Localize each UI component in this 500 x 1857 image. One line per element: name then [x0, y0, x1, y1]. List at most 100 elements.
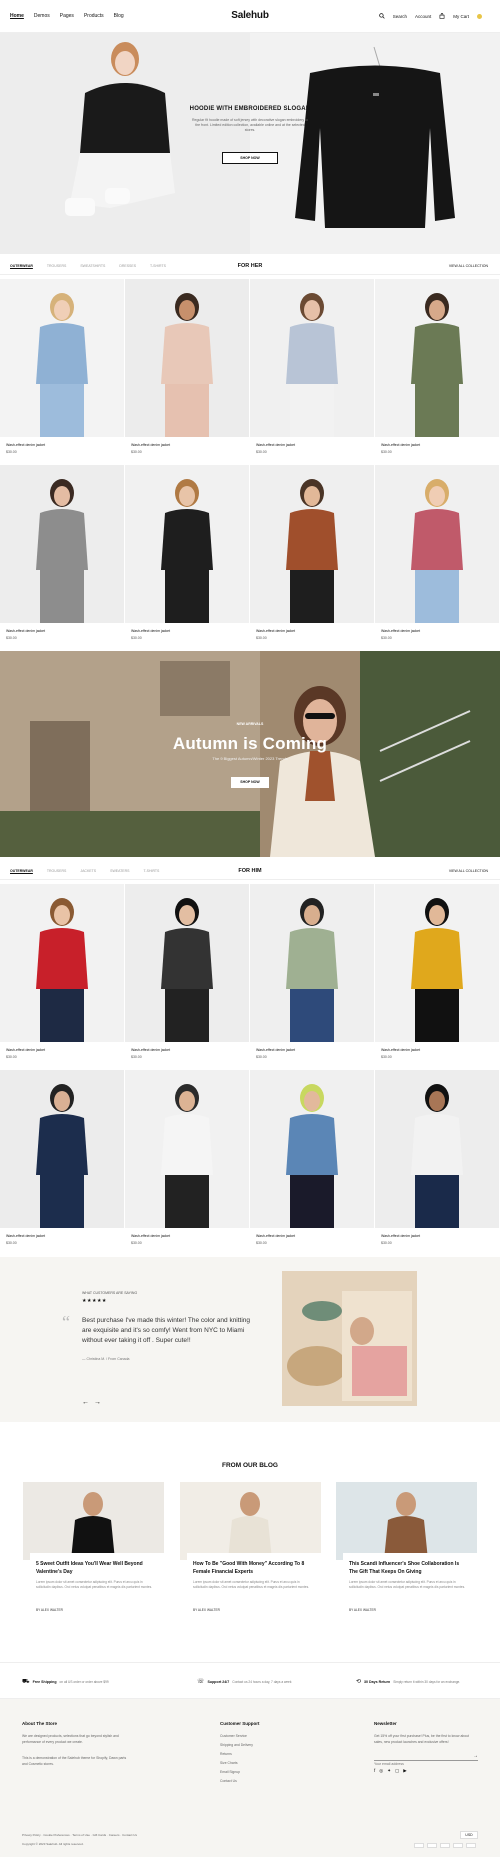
product-card[interactable]: Wash-effect denim jacket $30.00 [0, 884, 124, 1062]
product-name[interactable]: Wash-effect denim jacket [131, 443, 170, 447]
blog-excerpt: Lorem ipsum dolor sit amet consectetur a… [349, 1580, 466, 1589]
product-image-wrap[interactable] [250, 465, 374, 623]
instagram-icon[interactable]: ▢ [395, 1768, 399, 1774]
support-link[interactable]: Shipping and Delivery [220, 1742, 253, 1748]
blog-image[interactable] [180, 1482, 321, 1560]
product-image-wrap[interactable] [375, 465, 499, 623]
product-image-wrap[interactable] [375, 884, 499, 1042]
hero-shop-button[interactable]: SHOP NOW [222, 152, 278, 164]
facebook-icon[interactable]: f [374, 1768, 375, 1774]
product-card[interactable]: Wash-effect denim jacket $30.00 [250, 465, 374, 643]
blog-card[interactable]: 5 Sweet Outfit Ideas You'll Wear Well Be… [23, 1482, 164, 1617]
product-card[interactable]: Wash-effect denim jacket $30.00 [250, 279, 374, 457]
product-card[interactable]: Wash-effect denim jacket $30.00 [250, 1070, 374, 1248]
product-image-wrap[interactable] [250, 279, 374, 437]
product-image-wrap[interactable] [125, 465, 249, 623]
twitter-icon[interactable]: ✦ [387, 1768, 391, 1774]
support-link[interactable]: Email Signup [220, 1769, 240, 1775]
product-image-wrap[interactable] [0, 884, 124, 1042]
blog-title: FROM OUR BLOG [222, 1462, 278, 1469]
hero-product-image [250, 33, 500, 254]
product-card[interactable]: Wash-effect denim jacket $30.00 [375, 884, 499, 1062]
product-name[interactable]: Wash-effect denim jacket [131, 1234, 170, 1238]
submit-arrow-icon[interactable]: → [473, 1753, 478, 1759]
product-name[interactable]: Wash-effect denim jacket [381, 629, 420, 633]
blog-post-title[interactable]: How To Be "Good With Money" According To… [193, 1561, 311, 1576]
product-image-wrap[interactable] [0, 279, 124, 437]
blog-card[interactable]: How To Be "Good With Money" According To… [180, 1482, 321, 1617]
product-name[interactable]: Wash-effect denim jacket [6, 1234, 45, 1238]
product-card[interactable]: Wash-effect denim jacket $30.00 [125, 884, 249, 1062]
product-image-wrap[interactable] [0, 465, 124, 623]
product-image [0, 1070, 124, 1228]
product-price: $30.00 [131, 636, 142, 640]
for-her-view-all[interactable]: VIEW ALL COLLECTION [449, 264, 488, 268]
bag-icon[interactable] [439, 13, 445, 19]
product-name[interactable]: Wash-effect denim jacket [6, 443, 45, 447]
product-price: $30.00 [381, 1055, 392, 1059]
product-name[interactable]: Wash-effect denim jacket [381, 443, 420, 447]
product-name[interactable]: Wash-effect denim jacket [256, 1048, 295, 1052]
paypal-icon [453, 1843, 463, 1848]
product-image-wrap[interactable] [375, 1070, 499, 1228]
product-price: $30.00 [131, 1241, 142, 1245]
support-link[interactable]: Returns [220, 1751, 232, 1757]
product-price: $30.00 [131, 450, 142, 454]
product-name[interactable]: Wash-effect denim jacket [256, 443, 295, 447]
blog-post-title[interactable]: 5 Sweet Outfit Ideas You'll Wear Well Be… [36, 1561, 154, 1576]
support-link[interactable]: Size Charts [220, 1760, 238, 1766]
product-image-wrap[interactable] [125, 1070, 249, 1228]
product-image-wrap[interactable] [125, 279, 249, 437]
next-arrow-icon[interactable]: → [94, 1399, 101, 1406]
support-link[interactable]: Customer Service [220, 1733, 247, 1739]
search-icon[interactable] [378, 13, 385, 19]
pinterest-icon[interactable]: ◎ [379, 1768, 383, 1774]
product-price: $30.00 [381, 450, 392, 454]
product-card[interactable]: Wash-effect denim jacket $30.00 [125, 465, 249, 643]
autumn-banner: NEW ARRIVALS Autumn is Coming The 9 Bigg… [0, 651, 500, 857]
blog-author: BY ALEX WALTER [349, 1608, 376, 1612]
product-card[interactable]: Wash-effect denim jacket $30.00 [0, 1070, 124, 1248]
blog-image[interactable] [23, 1482, 164, 1560]
search-link[interactable]: Search [393, 14, 407, 19]
blog-post-title[interactable]: This Scandi Influencer's Shoe Collaborat… [349, 1561, 467, 1576]
blog-excerpt: Lorem ipsum dolor sit amet consectetur a… [193, 1580, 310, 1589]
product-image-wrap[interactable] [375, 279, 499, 437]
cart-link[interactable]: My Cart [453, 14, 469, 19]
product-image-wrap[interactable] [250, 1070, 374, 1228]
product-card[interactable]: Wash-effect denim jacket $30.00 [250, 884, 374, 1062]
account-link[interactable]: Account [415, 14, 431, 19]
youtube-icon[interactable]: ▶ [403, 1768, 406, 1774]
product-name[interactable]: Wash-effect denim jacket [131, 629, 170, 633]
prev-arrow-icon[interactable]: ← [82, 1399, 89, 1406]
for-him-view-all[interactable]: VIEW ALL COLLECTION [449, 869, 488, 873]
product-name[interactable]: Wash-effect denim jacket [6, 629, 45, 633]
legal-links[interactable]: Privacy Policy · Cookie Preferences · Te… [22, 1832, 137, 1838]
banner-shop-button[interactable]: SHOP NOW [231, 777, 269, 788]
social-icons: f ◎ ✦ ▢ ▶ [374, 1768, 407, 1774]
product-image [250, 465, 374, 623]
product-price: $30.00 [6, 1241, 17, 1245]
blog-image[interactable] [336, 1482, 477, 1560]
product-name[interactable]: Wash-effect denim jacket [131, 1048, 170, 1052]
product-name[interactable]: Wash-effect denim jacket [256, 1234, 295, 1238]
product-name[interactable]: Wash-effect denim jacket [256, 629, 295, 633]
product-card[interactable]: Wash-effect denim jacket $30.00 [375, 465, 499, 643]
blog-card[interactable]: This Scandi Influencer's Shoe Collaborat… [336, 1482, 477, 1617]
product-name[interactable]: Wash-effect denim jacket [6, 1048, 45, 1052]
product-card[interactable]: Wash-effect denim jacket $30.00 [375, 1070, 499, 1248]
product-card[interactable]: Wash-effect denim jacket $30.00 [125, 1070, 249, 1248]
currency-selector[interactable]: USD [460, 1831, 478, 1839]
product-name[interactable]: Wash-effect denim jacket [381, 1048, 420, 1052]
product-card[interactable]: Wash-effect denim jacket $30.00 [125, 279, 249, 457]
product-image-wrap[interactable] [0, 1070, 124, 1228]
product-image [375, 1070, 499, 1228]
support-link[interactable]: Contact Us [220, 1778, 237, 1784]
product-image-wrap[interactable] [250, 884, 374, 1042]
product-card[interactable]: Wash-effect denim jacket $30.00 [0, 465, 124, 643]
product-name[interactable]: Wash-effect denim jacket [381, 1234, 420, 1238]
product-card[interactable]: Wash-effect denim jacket $30.00 [0, 279, 124, 457]
product-image-wrap[interactable] [125, 884, 249, 1042]
product-card[interactable]: Wash-effect denim jacket $30.00 [375, 279, 499, 457]
email-input[interactable] [374, 1760, 466, 1768]
